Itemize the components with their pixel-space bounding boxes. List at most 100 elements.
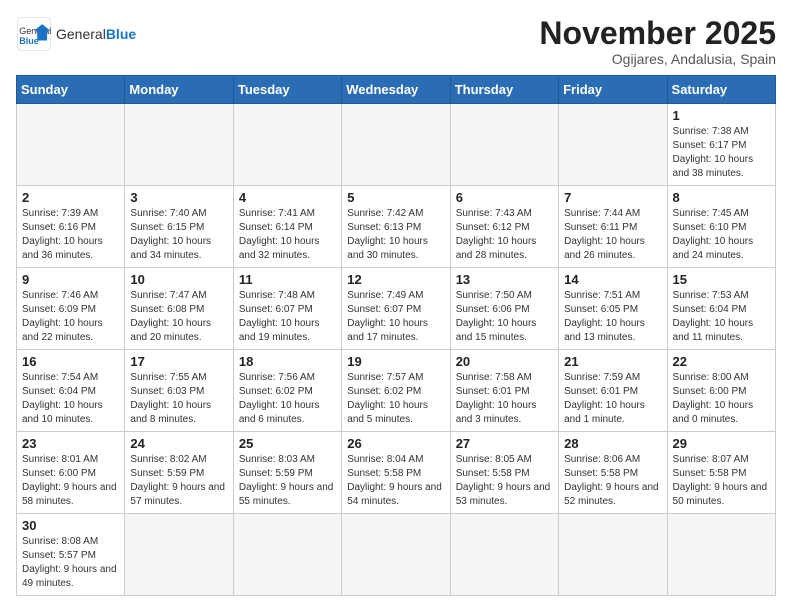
- day-info: Sunrise: 7:42 AM Sunset: 6:13 PM Dayligh…: [347, 207, 444, 263]
- day-number: 28: [564, 436, 661, 451]
- day-number: 17: [130, 354, 227, 369]
- month-title: November 2025: [539, 16, 776, 51]
- day-info: Sunrise: 7:56 AM Sunset: 6:02 PM Dayligh…: [239, 371, 336, 427]
- calendar-cell: 20Sunrise: 7:58 AM Sunset: 6:01 PM Dayli…: [450, 350, 558, 432]
- day-number: 2: [22, 190, 119, 205]
- day-number: 24: [130, 436, 227, 451]
- day-number: 3: [130, 190, 227, 205]
- weekday-header-row: Sunday Monday Tuesday Wednesday Thursday…: [17, 76, 776, 104]
- calendar-cell: [125, 104, 233, 186]
- day-info: Sunrise: 8:00 AM Sunset: 6:00 PM Dayligh…: [673, 371, 770, 427]
- svg-text:Blue: Blue: [19, 36, 39, 46]
- day-number: 25: [239, 436, 336, 451]
- calendar-cell: 23 Sunrise: 8:01 AM Sunset: 6:00 PM Dayli…: [17, 432, 125, 514]
- calendar-cell: 30Sunrise: 8:08 AM Sunset: 5:57 PM Dayli…: [17, 514, 125, 596]
- day-number: 13: [456, 272, 553, 287]
- header-monday: Monday: [125, 76, 233, 104]
- page-header: General Blue GeneralBlue November 2025 O…: [16, 16, 776, 67]
- day-info: Sunrise: 7:59 AM Sunset: 6:01 PM Dayligh…: [564, 371, 661, 427]
- calendar-cell: 10 Sunrise: 7:47 AM Sunset: 6:08 PM Dayli…: [125, 268, 233, 350]
- header-saturday: Saturday: [667, 76, 775, 104]
- day-number: 29: [673, 436, 770, 451]
- calendar-cell: 4 Sunrise: 7:41 AM Sunset: 6:14 PM Daylig…: [233, 186, 341, 268]
- calendar-cell: [559, 104, 667, 186]
- day-info: Sunrise: 8:05 AM Sunset: 5:58 PM Dayligh…: [456, 453, 553, 509]
- day-number: 7: [564, 190, 661, 205]
- day-info: Sunrise: 7:41 AM Sunset: 6:14 PM Dayligh…: [239, 207, 336, 263]
- day-info: Sunrise: 8:01 AM Sunset: 6:00 PM Dayligh…: [22, 453, 119, 509]
- day-info: Sunrise: 8:02 AM Sunset: 5:59 PM Dayligh…: [130, 453, 227, 509]
- calendar-cell: 28 Sunrise: 8:06 AM Sunset: 5:58 PM Dayli…: [559, 432, 667, 514]
- calendar-cell: [450, 514, 558, 596]
- calendar-cell: 6 Sunrise: 7:43 AM Sunset: 6:12 PM Daylig…: [450, 186, 558, 268]
- day-info: Sunrise: 7:38 AM Sunset: 6:17 PM Dayligh…: [673, 125, 770, 181]
- logo-wordmark: GeneralBlue: [56, 26, 136, 42]
- calendar-cell: [233, 514, 341, 596]
- calendar-row-5: 23 Sunrise: 8:01 AM Sunset: 6:00 PM Dayli…: [17, 432, 776, 514]
- day-info: Sunrise: 7:57 AM Sunset: 6:02 PM Dayligh…: [347, 371, 444, 427]
- day-info: Sunrise: 7:46 AM Sunset: 6:09 PM Dayligh…: [22, 289, 119, 345]
- day-number: 5: [347, 190, 444, 205]
- calendar-cell: 25 Sunrise: 8:03 AM Sunset: 5:59 PM Dayli…: [233, 432, 341, 514]
- day-number: 10: [130, 272, 227, 287]
- header-tuesday: Tuesday: [233, 76, 341, 104]
- day-info: Sunrise: 7:49 AM Sunset: 6:07 PM Dayligh…: [347, 289, 444, 345]
- calendar-cell: 14 Sunrise: 7:51 AM Sunset: 6:05 PM Dayli…: [559, 268, 667, 350]
- calendar-cell: 8 Sunrise: 7:45 AM Sunset: 6:10 PM Daylig…: [667, 186, 775, 268]
- day-info: Sunrise: 7:44 AM Sunset: 6:11 PM Dayligh…: [564, 207, 661, 263]
- day-number: 22: [673, 354, 770, 369]
- calendar-cell: 26Sunrise: 8:04 AM Sunset: 5:58 PM Dayli…: [342, 432, 450, 514]
- title-block: November 2025 Ogijares, Andalusia, Spain: [539, 16, 776, 67]
- calendar-cell: 13 Sunrise: 7:50 AM Sunset: 6:06 PM Dayli…: [450, 268, 558, 350]
- calendar-row-4: 16Sunrise: 7:54 AM Sunset: 6:04 PM Dayli…: [17, 350, 776, 432]
- day-number: 1: [673, 108, 770, 123]
- day-info: Sunrise: 7:43 AM Sunset: 6:12 PM Dayligh…: [456, 207, 553, 263]
- calendar-row-6: 30Sunrise: 8:08 AM Sunset: 5:57 PM Dayli…: [17, 514, 776, 596]
- calendar-cell: 18 Sunrise: 7:56 AM Sunset: 6:02 PM Dayli…: [233, 350, 341, 432]
- calendar-cell: 5 Sunrise: 7:42 AM Sunset: 6:13 PM Daylig…: [342, 186, 450, 268]
- day-info: Sunrise: 7:58 AM Sunset: 6:01 PM Dayligh…: [456, 371, 553, 427]
- calendar-cell: 12Sunrise: 7:49 AM Sunset: 6:07 PM Dayli…: [342, 268, 450, 350]
- day-info: Sunrise: 7:47 AM Sunset: 6:08 PM Dayligh…: [130, 289, 227, 345]
- logo: General Blue GeneralBlue: [16, 16, 136, 52]
- calendar-row-1: 1 Sunrise: 7:38 AM Sunset: 6:17 PM Daylig…: [17, 104, 776, 186]
- header-friday: Friday: [559, 76, 667, 104]
- day-number: 8: [673, 190, 770, 205]
- day-info: Sunrise: 7:40 AM Sunset: 6:15 PM Dayligh…: [130, 207, 227, 263]
- day-number: 26: [347, 436, 444, 451]
- calendar-row-2: 2 Sunrise: 7:39 AM Sunset: 6:16 PM Daylig…: [17, 186, 776, 268]
- day-info: Sunrise: 8:03 AM Sunset: 5:59 PM Dayligh…: [239, 453, 336, 509]
- calendar-cell: 16Sunrise: 7:54 AM Sunset: 6:04 PM Dayli…: [17, 350, 125, 432]
- day-number: 18: [239, 354, 336, 369]
- day-number: 14: [564, 272, 661, 287]
- calendar-cell: 21 Sunrise: 7:59 AM Sunset: 6:01 PM Dayli…: [559, 350, 667, 432]
- day-number: 21: [564, 354, 661, 369]
- day-number: 19: [347, 354, 444, 369]
- day-info: Sunrise: 8:06 AM Sunset: 5:58 PM Dayligh…: [564, 453, 661, 509]
- calendar-cell: 3 Sunrise: 7:40 AM Sunset: 6:15 PM Daylig…: [125, 186, 233, 268]
- day-number: 23: [22, 436, 119, 451]
- day-number: 6: [456, 190, 553, 205]
- header-thursday: Thursday: [450, 76, 558, 104]
- calendar-cell: [342, 514, 450, 596]
- day-number: 11: [239, 272, 336, 287]
- calendar-cell: 15Sunrise: 7:53 AM Sunset: 6:04 PM Dayli…: [667, 268, 775, 350]
- day-info: Sunrise: 7:39 AM Sunset: 6:16 PM Dayligh…: [22, 207, 119, 263]
- day-number: 4: [239, 190, 336, 205]
- day-number: 15: [673, 272, 770, 287]
- day-info: Sunrise: 7:45 AM Sunset: 6:10 PM Dayligh…: [673, 207, 770, 263]
- calendar-cell: 24 Sunrise: 8:02 AM Sunset: 5:59 PM Dayli…: [125, 432, 233, 514]
- calendar-cell: [233, 104, 341, 186]
- day-info: Sunrise: 7:50 AM Sunset: 6:06 PM Dayligh…: [456, 289, 553, 345]
- day-number: 16: [22, 354, 119, 369]
- calendar-cell: 1 Sunrise: 7:38 AM Sunset: 6:17 PM Daylig…: [667, 104, 775, 186]
- day-info: Sunrise: 8:07 AM Sunset: 5:58 PM Dayligh…: [673, 453, 770, 509]
- day-info: Sunrise: 8:08 AM Sunset: 5:57 PM Dayligh…: [22, 535, 119, 591]
- calendar-cell: [450, 104, 558, 186]
- calendar-cell: [342, 104, 450, 186]
- calendar-cell: 22 Sunrise: 8:00 AM Sunset: 6:00 PM Dayli…: [667, 350, 775, 432]
- generalblue-logo-icon: General Blue: [16, 16, 52, 52]
- day-info: Sunrise: 7:51 AM Sunset: 6:05 PM Dayligh…: [564, 289, 661, 345]
- calendar-cell: 29 Sunrise: 8:07 AM Sunset: 5:58 PM Dayli…: [667, 432, 775, 514]
- calendar-cell: [125, 514, 233, 596]
